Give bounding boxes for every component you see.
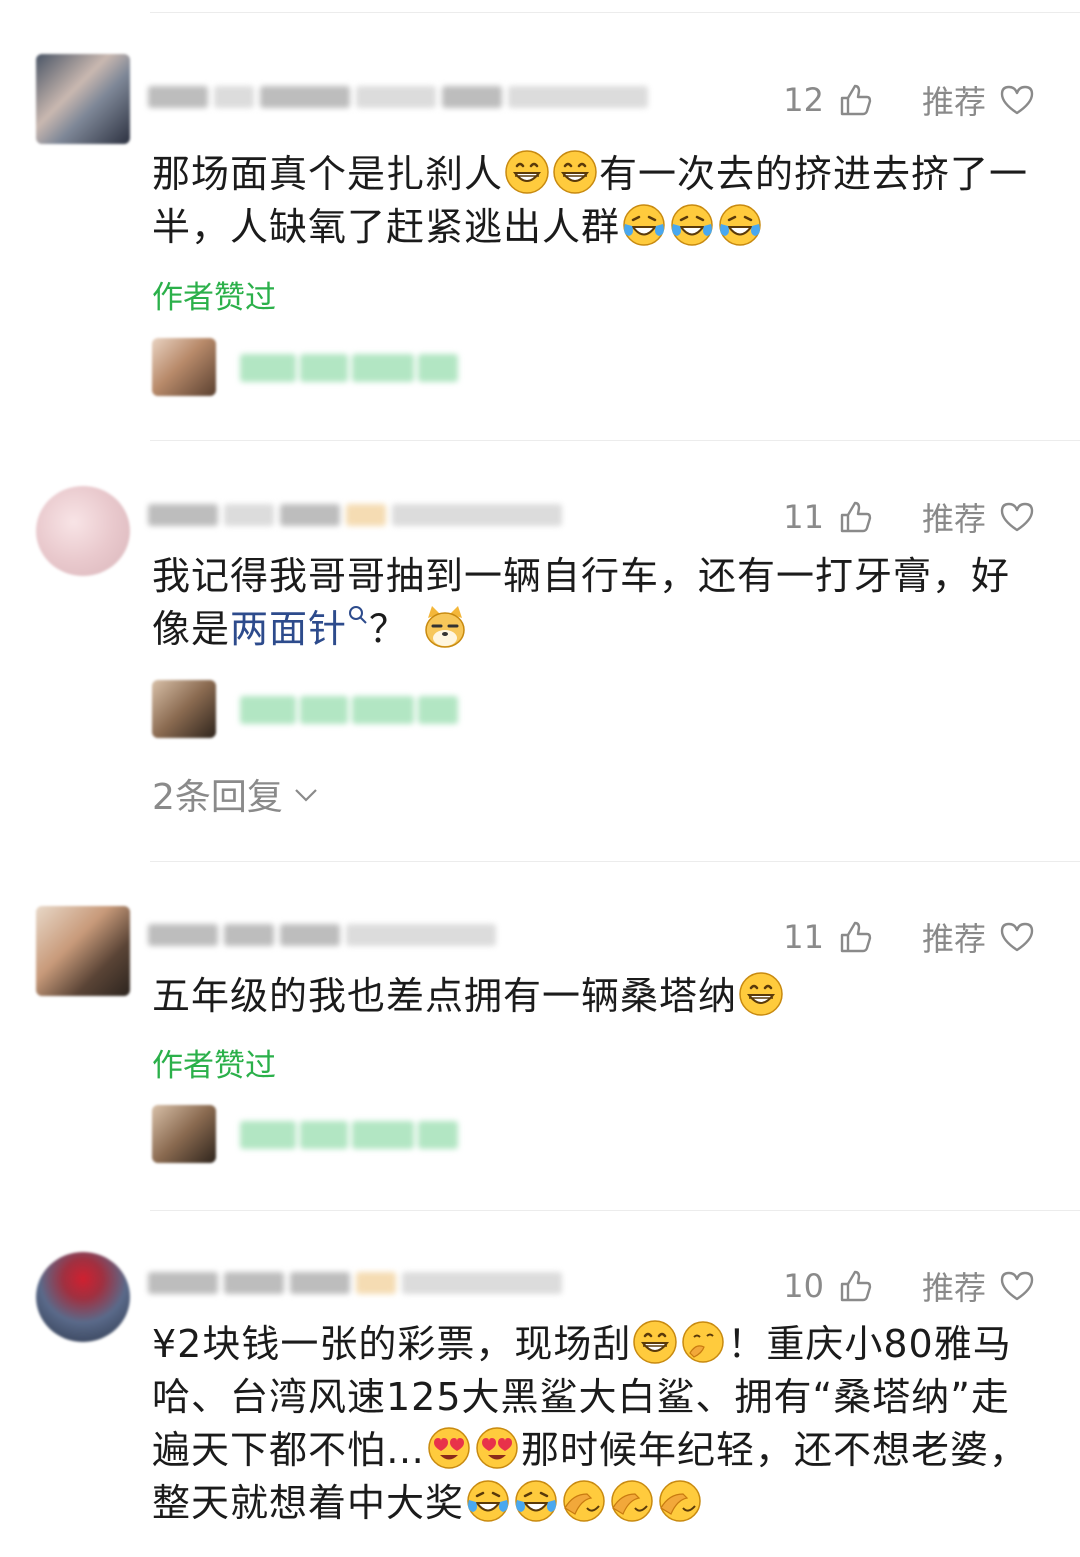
laugh-cry-emoji-icon [513, 1478, 559, 1524]
username-blurred[interactable] [148, 920, 496, 950]
shy-emoji-icon [680, 1319, 726, 1365]
reply-preview[interactable] [152, 1105, 472, 1165]
comment-text: 那场面真个是扎刹人 有一次去的挤进去挤了一半，人缺氧了赶紧逃出人群 [152, 148, 1042, 254]
username-blurred[interactable] [148, 82, 648, 112]
recommend-button[interactable]: 推荐 [922, 494, 986, 540]
like-count: 10 [783, 1267, 824, 1305]
avatar[interactable] [36, 486, 130, 576]
recommend-button[interactable]: 推荐 [922, 77, 986, 123]
facepalm-emoji-icon [657, 1478, 703, 1524]
thumb-up-icon[interactable] [838, 82, 874, 118]
avatar [152, 1105, 216, 1163]
reply-preview[interactable] [152, 680, 472, 740]
reply-username-blurred [240, 1121, 458, 1149]
grin-emoji-icon [504, 149, 550, 195]
avatar[interactable] [36, 54, 130, 144]
author-liked-badge: 作者赞过 [152, 1048, 276, 1084]
heart-icon[interactable] [1000, 921, 1034, 953]
facepalm-emoji-icon [561, 1478, 607, 1524]
reply-preview[interactable] [152, 338, 472, 398]
avatar [152, 338, 216, 396]
thumb-up-icon[interactable] [838, 1268, 874, 1304]
comment-text: 我记得我哥哥抽到一辆自行车，还有一打牙膏，好像是两面针？ [152, 554, 1011, 651]
heart-eyes-emoji-icon [426, 1425, 472, 1471]
divider [150, 1210, 1080, 1211]
username-blurred[interactable] [148, 500, 562, 530]
divider-top [150, 12, 1080, 13]
comment-text: 五年级的我也差点拥有一辆桑塔纳 [152, 970, 1042, 1023]
recommend-button[interactable]: 推荐 [922, 1263, 986, 1309]
avatar [152, 680, 216, 738]
heart-icon[interactable] [1000, 84, 1034, 116]
divider [150, 861, 1080, 862]
like-count: 11 [783, 918, 824, 956]
laugh-cry-emoji-icon [669, 202, 715, 248]
search-link[interactable]: 两面针 [230, 607, 347, 651]
author-liked-badge: 作者赞过 [152, 280, 276, 316]
laugh-cry-emoji-icon [717, 202, 763, 248]
laugh-cry-emoji-icon [465, 1478, 511, 1524]
more-replies-button[interactable]: 2条回复 [152, 768, 319, 820]
search-icon[interactable] [347, 604, 369, 630]
divider [150, 440, 1080, 441]
like-count: 12 [783, 81, 824, 119]
username-blurred[interactable] [148, 1268, 562, 1298]
comment-actions: 12 推荐 [783, 77, 1034, 123]
avatar[interactable] [36, 906, 130, 996]
heart-icon[interactable] [1000, 501, 1034, 533]
facepalm-emoji-icon [609, 1478, 655, 1524]
comment-text: ¥2块钱一张的彩票，现场刮 ！重庆小80雅马哈、台湾风速125大黑鲨大白鲨、拥有“… [152, 1318, 1042, 1530]
recommend-button[interactable]: 推荐 [922, 914, 986, 960]
reply-username-blurred [240, 696, 458, 724]
thumb-up-icon[interactable] [838, 499, 874, 535]
doge-emoji-icon [422, 604, 468, 650]
reply-username-blurred [240, 354, 458, 382]
heart-eyes-emoji-icon [474, 1425, 520, 1471]
avatar[interactable] [36, 1252, 130, 1342]
like-count: 11 [783, 498, 824, 536]
grin-emoji-icon [632, 1319, 678, 1365]
grin-emoji-icon [738, 971, 784, 1017]
comment-actions: 11 推荐 [783, 494, 1034, 540]
laugh-cry-emoji-icon [621, 202, 667, 248]
heart-icon[interactable] [1000, 1270, 1034, 1302]
comment-actions: 10 推荐 [783, 1263, 1034, 1309]
comment-actions: 11 推荐 [783, 914, 1034, 960]
grin-emoji-icon [552, 149, 598, 195]
chevron-down-icon [295, 789, 317, 802]
thumb-up-icon[interactable] [838, 919, 874, 955]
